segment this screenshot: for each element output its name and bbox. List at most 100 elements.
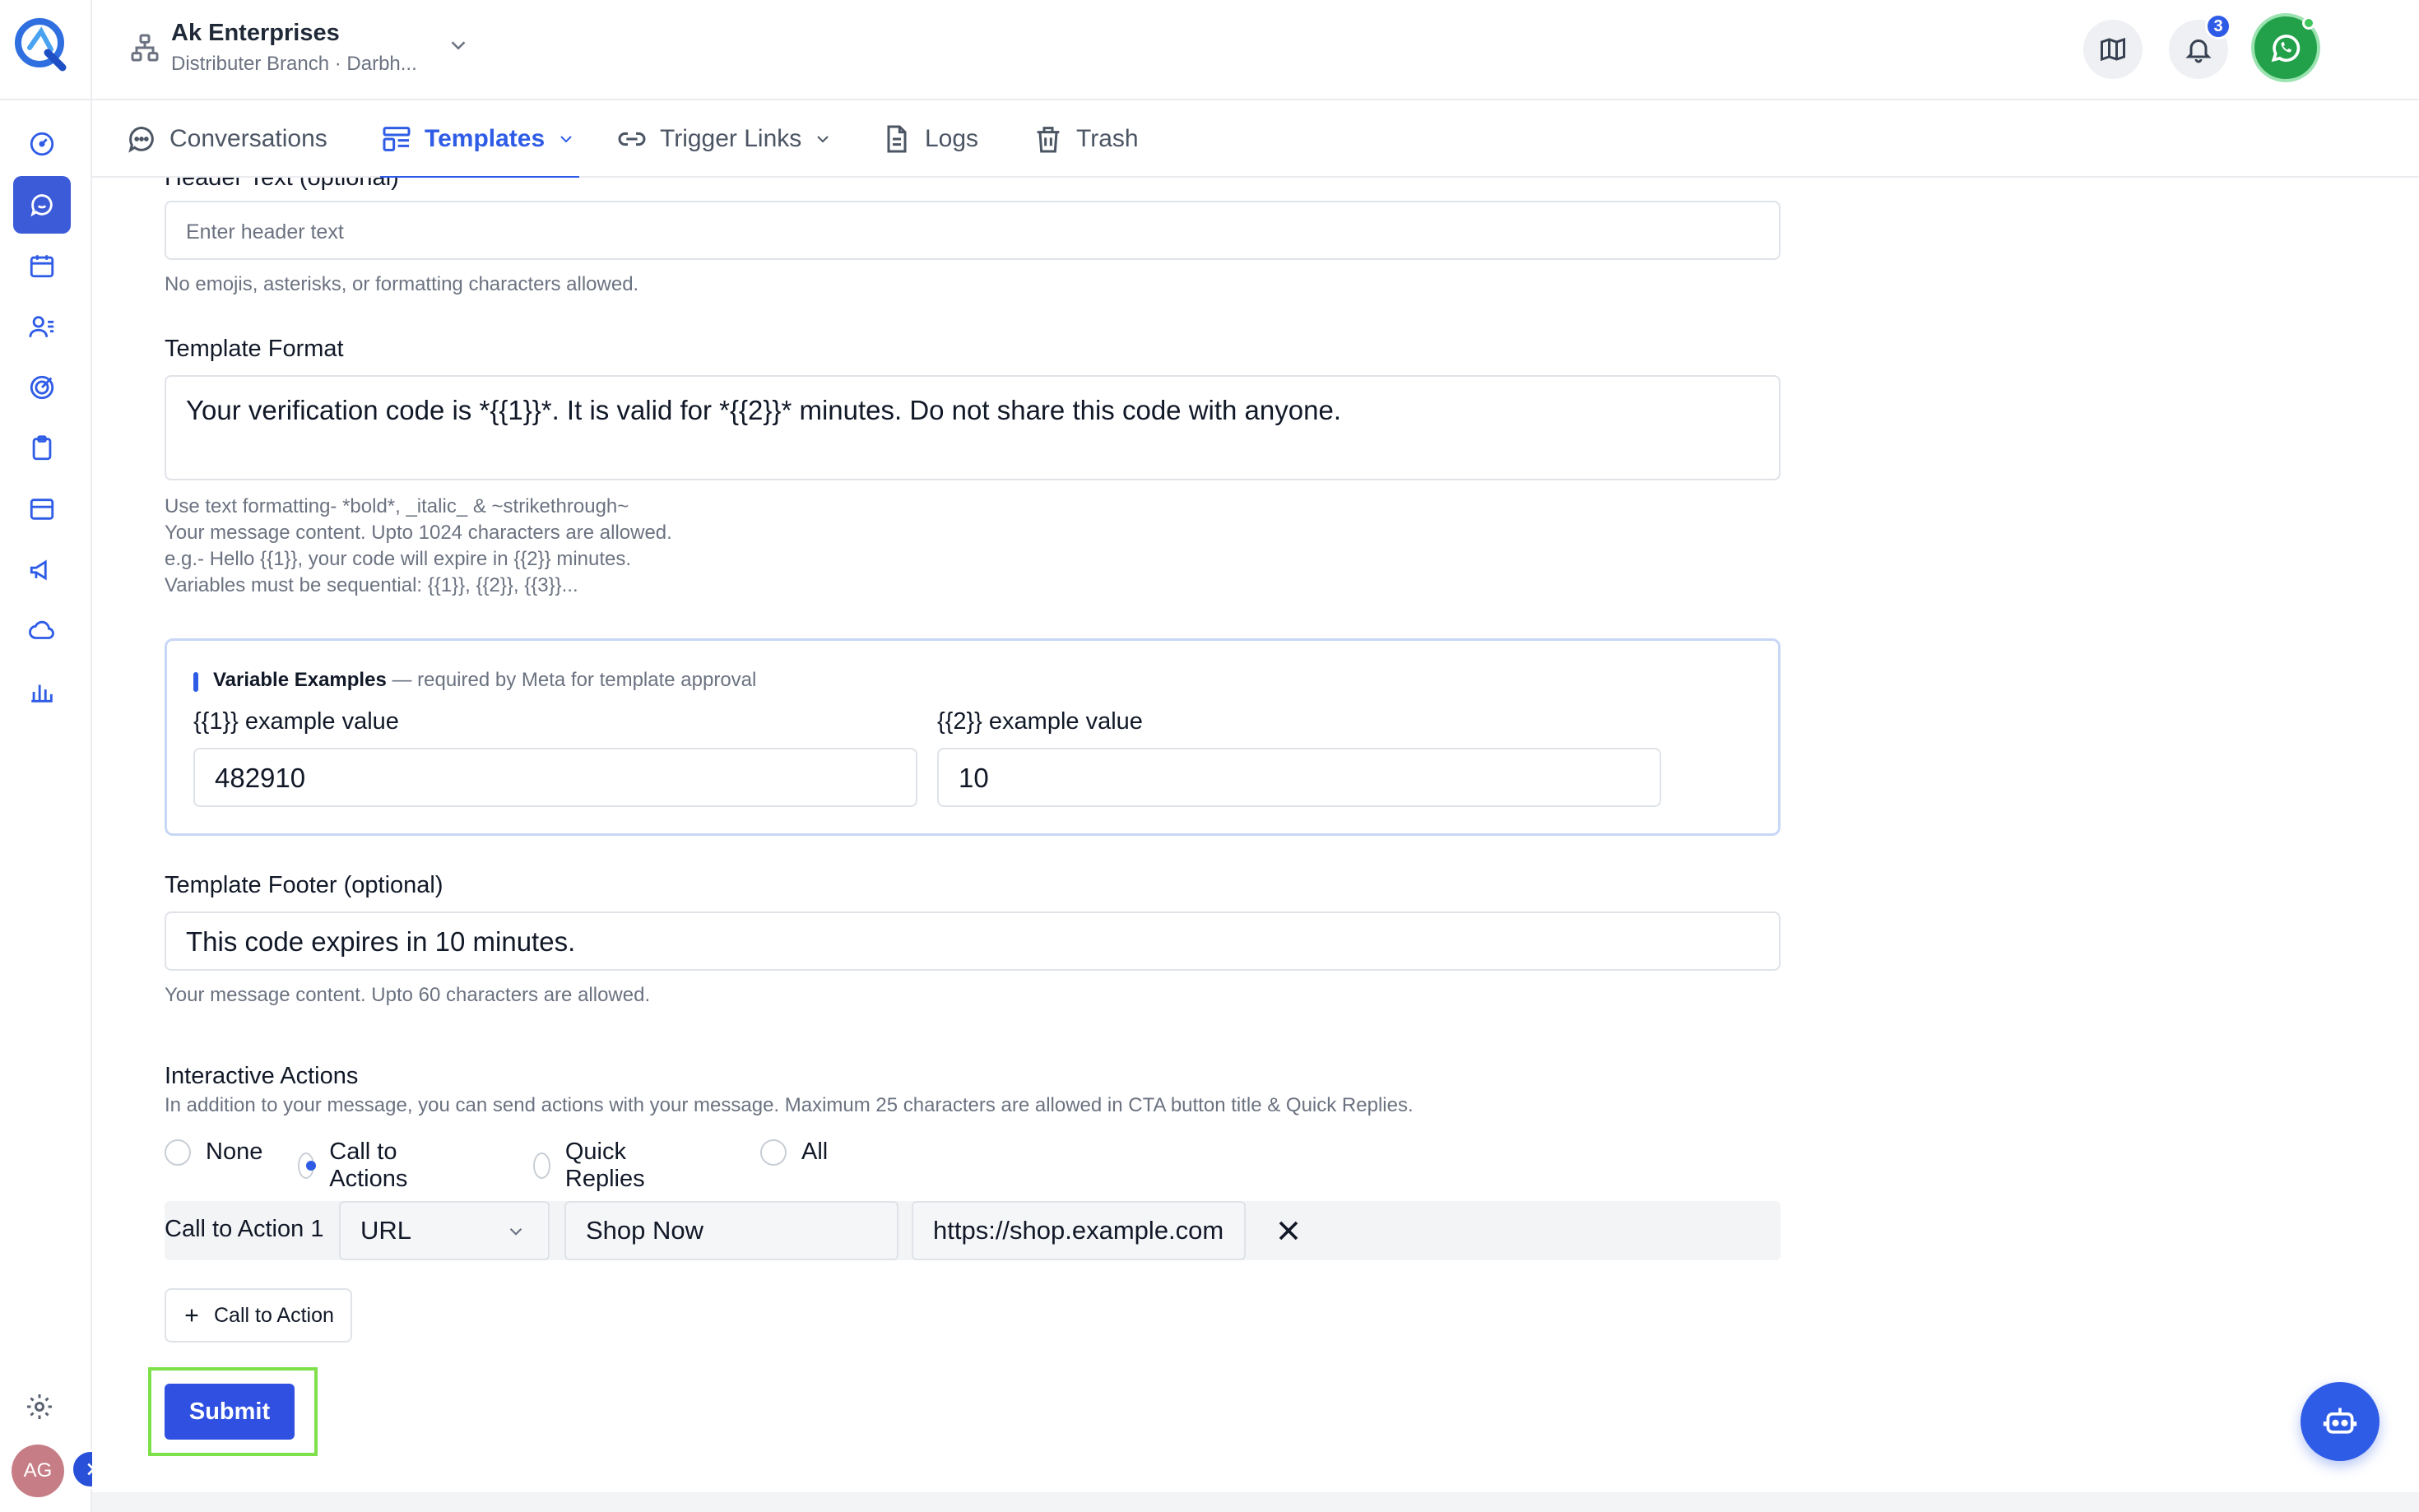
inbox-icon bbox=[30, 499, 54, 520]
footer-value: This code expires in 10 minutes. bbox=[186, 926, 576, 957]
header-text-input[interactable]: Enter header text bbox=[165, 201, 1781, 260]
tab-templates[interactable]: Templates bbox=[380, 100, 580, 179]
megaphone-icon bbox=[30, 559, 47, 581]
org-hierarchy-icon bbox=[131, 34, 159, 62]
cta-type-select[interactable]: URL bbox=[339, 1201, 550, 1260]
header-text-label: Header Text (optional) bbox=[165, 178, 399, 191]
radio-none[interactable]: None bbox=[165, 1139, 262, 1166]
nav-campaigns[interactable] bbox=[13, 541, 71, 599]
app-root: AG Ak Enterprises Distributer Branch · D… bbox=[0, 0, 2419, 1512]
chevron-down-icon bbox=[817, 136, 829, 143]
cta-label: Call to Action 1 bbox=[165, 1216, 324, 1242]
header-text-hint: No emojis, asterisks, or formatting char… bbox=[165, 273, 639, 295]
target-icon bbox=[30, 375, 54, 400]
radio-circle bbox=[165, 1139, 191, 1166]
header-text-placeholder: Enter header text bbox=[186, 220, 344, 243]
plus-icon bbox=[185, 1309, 198, 1322]
bot-icon bbox=[2323, 1408, 2357, 1434]
cta-title-value: Shop Now bbox=[586, 1216, 704, 1245]
cloud-icon bbox=[29, 620, 54, 639]
cta-type-value: URL bbox=[360, 1216, 412, 1245]
bell-icon bbox=[2185, 39, 2212, 63]
org-name[interactable]: Ak Enterprises bbox=[171, 20, 340, 47]
tab-bar: Conversations Templates Trigger Links Lo… bbox=[92, 100, 2419, 179]
interactive-actions-hint: In addition to your message, you can sen… bbox=[165, 1094, 1414, 1116]
add-cta-label: Call to Action bbox=[214, 1303, 334, 1327]
online-status-dot bbox=[2302, 16, 2315, 30]
radio-label: All bbox=[801, 1139, 829, 1165]
chat-icon bbox=[30, 194, 53, 217]
nav-cloud[interactable] bbox=[13, 602, 71, 660]
cta-url-input[interactable]: https://shop.example.com bbox=[912, 1201, 1246, 1260]
map-icon bbox=[2101, 37, 2125, 62]
var2-input[interactable]: 10 bbox=[937, 748, 1661, 807]
radio-circle bbox=[533, 1153, 550, 1179]
template-layout-icon bbox=[383, 127, 411, 151]
calendar-icon bbox=[30, 255, 54, 278]
footer-label: Template Footer (optional) bbox=[165, 872, 443, 898]
radio-all[interactable]: All bbox=[760, 1139, 828, 1166]
whatsapp-icon bbox=[2271, 35, 2301, 63]
sidebar-divider bbox=[0, 99, 92, 100]
close-icon[interactable] bbox=[1272, 1214, 1305, 1247]
nav-chat[interactable] bbox=[13, 176, 71, 234]
chevron-down-icon bbox=[509, 1227, 522, 1236]
tab-trigger-links[interactable]: Trigger Links bbox=[615, 100, 833, 178]
accent-bar bbox=[193, 672, 198, 692]
app-logo[interactable] bbox=[12, 15, 71, 74]
org-branch[interactable]: Distributer Branch · Darbh... bbox=[171, 53, 417, 76]
submit-highlight: Submit bbox=[148, 1367, 318, 1456]
document-icon bbox=[887, 125, 907, 153]
trash-icon bbox=[1037, 127, 1060, 153]
top-bar: Ak Enterprises Distributer Branch · Darb… bbox=[92, 0, 2419, 100]
var1-value: 482910 bbox=[215, 763, 306, 793]
map-button[interactable] bbox=[2083, 20, 2143, 79]
var1-label: {{1}} example value bbox=[193, 708, 399, 735]
var1-input[interactable]: 482910 bbox=[193, 748, 917, 807]
notification-badge: 3 bbox=[2205, 13, 2231, 39]
gear-icon[interactable] bbox=[25, 1392, 54, 1422]
clipboard-icon bbox=[32, 435, 52, 461]
radio-call-to-actions[interactable]: Call to Actions bbox=[298, 1139, 417, 1193]
radio-label: Quick Replies bbox=[564, 1139, 645, 1192]
interactive-actions-label: Interactive Actions bbox=[165, 1063, 359, 1089]
dashboard-gauge-icon bbox=[30, 132, 54, 156]
footer-hint: Your message content. Upto 60 characters… bbox=[165, 984, 651, 1006]
tab-label: Logs bbox=[925, 125, 979, 152]
tab-logs[interactable]: Logs bbox=[880, 100, 978, 178]
footer-input[interactable]: This code expires in 10 minutes. bbox=[165, 911, 1781, 971]
nav-dashboard[interactable] bbox=[13, 115, 71, 173]
tab-label: Conversations bbox=[169, 125, 327, 152]
chat-bubble-icon bbox=[128, 127, 154, 153]
variable-examples-title: Variable Examples — required by Meta for… bbox=[213, 669, 756, 692]
nav-clipboard[interactable] bbox=[13, 420, 71, 477]
radio-quick-replies[interactable]: Quick Replies bbox=[533, 1139, 654, 1193]
cta-url-value: https://shop.example.com bbox=[933, 1216, 1224, 1245]
radio-circle bbox=[760, 1139, 787, 1166]
chevron-down-icon[interactable] bbox=[446, 33, 471, 58]
submit-button[interactable]: Submit bbox=[165, 1384, 295, 1440]
cta-title-input[interactable]: Shop Now bbox=[564, 1201, 898, 1260]
whatsapp-button[interactable] bbox=[2251, 13, 2320, 82]
add-call-to-action-button[interactable]: Call to Action bbox=[165, 1288, 352, 1343]
notifications-button[interactable]: 3 bbox=[2169, 13, 2231, 79]
variable-examples-panel: Variable Examples — required by Meta for… bbox=[165, 638, 1781, 836]
assistant-bot-button[interactable] bbox=[2301, 1382, 2380, 1461]
tab-label: Trash bbox=[1076, 125, 1139, 152]
template-format-value: Your verification code is *{{1}}*. It is… bbox=[186, 395, 1341, 425]
nav-reports[interactable] bbox=[13, 663, 71, 721]
sidebar: AG bbox=[0, 0, 110, 1512]
nav-calendar[interactable] bbox=[13, 237, 71, 295]
nav-target[interactable] bbox=[13, 359, 71, 416]
contacts-list-icon bbox=[29, 316, 54, 337]
template-format-textarea[interactable]: Your verification code is *{{1}}*. It is… bbox=[165, 375, 1781, 480]
template-format-hint: e.g.- Hello {{1}}, your code will expire… bbox=[165, 548, 632, 570]
var2-label: {{2}} example value bbox=[937, 708, 1143, 735]
tab-trash[interactable]: Trash bbox=[1032, 100, 1139, 178]
nav-inbox[interactable] bbox=[13, 480, 71, 538]
template-format-label: Template Format bbox=[165, 336, 344, 362]
nav-contacts[interactable] bbox=[13, 298, 71, 355]
chevron-down-icon bbox=[560, 136, 572, 143]
tab-conversations[interactable]: Conversations bbox=[125, 100, 327, 178]
sidebar-avatar[interactable]: AG bbox=[12, 1445, 64, 1497]
